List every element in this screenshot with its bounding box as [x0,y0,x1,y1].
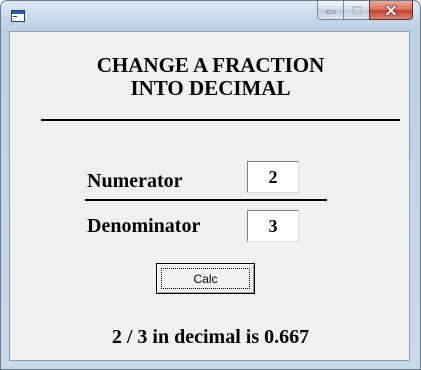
minimize-icon [326,10,335,14]
title-divider [41,119,400,121]
page-title: CHANGE A FRACTION INTO DECIMAL [10,54,411,100]
maximize-button[interactable] [343,1,369,20]
title-line-2: INTO DECIMAL [130,76,291,100]
calc-button-label: Calc [161,268,250,289]
minimize-button[interactable] [317,1,343,20]
app-window: CHANGE A FRACTION INTO DECIMAL Numerator… [0,0,421,370]
title-line-1: CHANGE A FRACTION [96,53,325,77]
window-controls [317,1,413,21]
denominator-input[interactable] [247,210,299,242]
close-button[interactable] [369,1,413,20]
numerator-label: Numerator [87,170,183,192]
calc-button[interactable]: Calc [156,263,255,294]
fraction-bar [85,199,327,201]
form-client-area: CHANGE A FRACTION INTO DECIMAL Numerator… [9,31,410,361]
result-text: 2 / 3 in decimal is 0.667 [111,326,310,348]
maximize-icon [351,5,362,15]
denominator-label: Denominator [87,215,201,237]
close-icon [385,4,397,16]
numerator-input[interactable] [247,161,299,193]
title-bar[interactable] [1,1,420,31]
app-window-icon [11,10,25,22]
